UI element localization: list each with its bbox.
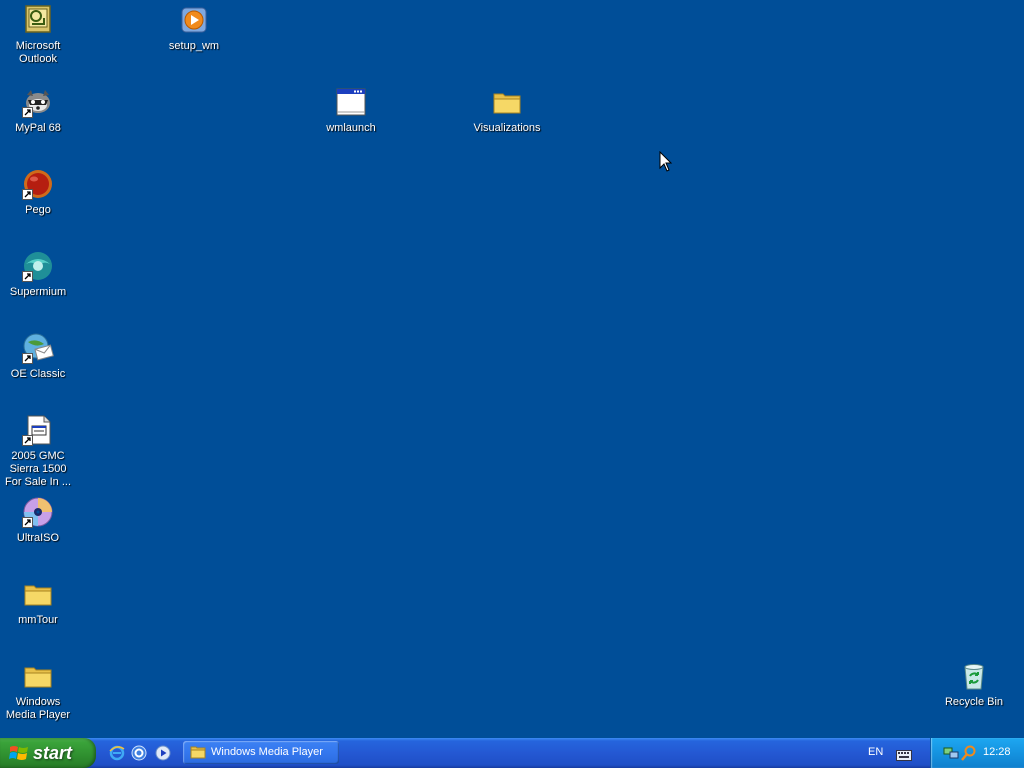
desktop-icon-label: UltraISO	[16, 532, 60, 544]
desktop-icon-pego[interactable]: Pego	[0, 168, 76, 217]
desktop-icon-mmtour[interactable]: mmTour	[0, 578, 76, 627]
desktop-icon-label: Pego	[25, 204, 51, 216]
ie-alt-icon[interactable]	[131, 745, 147, 761]
web-document-icon	[22, 414, 54, 446]
internet-explorer-icon[interactable]	[109, 745, 125, 761]
outlook-icon	[22, 4, 54, 36]
folder-icon	[22, 660, 54, 692]
mypal-raccoon-icon	[22, 86, 54, 118]
taskbar: start Windows Media Player EN 12:28	[0, 738, 1024, 768]
folder-icon	[190, 745, 206, 764]
desktop-icon-label: wmlaunch	[326, 122, 376, 134]
desktop-icon-supermium[interactable]: Supermium	[0, 250, 76, 299]
recycle-bin-icon	[958, 660, 990, 692]
search-icon[interactable]	[961, 745, 977, 766]
desktop-icon-windows-media-player[interactable]: Windows Media Player	[0, 660, 76, 722]
system-tray: 12:28	[930, 738, 1024, 768]
desktop-icon-setup-wm[interactable]: setup_wm	[156, 4, 232, 53]
start-button[interactable]: start	[0, 738, 96, 768]
desktop-icon-oe-classic[interactable]: OE Classic	[0, 332, 76, 381]
folder-icon	[491, 86, 523, 118]
language-indicator[interactable]: EN	[868, 746, 883, 758]
shortcut-arrow-icon	[22, 353, 33, 364]
start-label: start	[33, 743, 73, 763]
desktop-icon-label: Supermium	[9, 286, 67, 298]
taskbar-button-windows-media-player[interactable]: Windows Media Player	[183, 741, 339, 764]
windows-flag-icon	[9, 744, 29, 767]
desktop-icon-label: Windows Media Player	[5, 696, 71, 721]
folder-icon	[22, 578, 54, 610]
desktop-icon-label: MyPal 68	[15, 122, 61, 134]
desktop-icon-gmc-sierra-page[interactable]: 2005 GMC Sierra 1500 For Sale In ...	[0, 414, 76, 489]
desktop-icon-label: Visualizations	[473, 122, 541, 134]
desktop-icon-label: setup_wm	[168, 40, 220, 52]
media-player-setup-icon	[178, 4, 210, 36]
desktop: Microsoft Outlook setup_wm MyPal 68 wmla…	[0, 0, 1024, 738]
media-player-icon[interactable]	[155, 745, 171, 761]
desktop-icon-label: Microsoft Outlook	[15, 40, 61, 65]
network-icon[interactable]	[943, 745, 959, 766]
shortcut-arrow-icon	[22, 189, 33, 200]
desktop-icon-ultraiso[interactable]: UltraISO	[0, 496, 76, 545]
keyboard-icon[interactable]	[896, 748, 912, 766]
shortcut-arrow-icon	[22, 271, 33, 282]
ultraiso-disc-icon	[22, 496, 54, 528]
application-window-icon	[335, 86, 367, 118]
shortcut-arrow-icon	[22, 107, 33, 118]
mouse-cursor-icon	[659, 150, 673, 178]
supermium-globe-icon	[22, 250, 54, 282]
taskbar-button-label: Windows Media Player	[211, 746, 323, 758]
desktop-icon-wmlaunch[interactable]: wmlaunch	[313, 86, 389, 135]
desktop-icon-recycle-bin[interactable]: Recycle Bin	[936, 660, 1012, 709]
desktop-icon-microsoft-outlook[interactable]: Microsoft Outlook	[0, 4, 76, 66]
oe-classic-mail-icon	[22, 332, 54, 364]
desktop-icon-label: mmTour	[18, 614, 58, 626]
pego-red-ball-icon	[22, 168, 54, 200]
desktop-icon-mypal-68[interactable]: MyPal 68	[0, 86, 76, 135]
clock[interactable]: 12:28	[983, 746, 1011, 758]
desktop-icon-label: 2005 GMC Sierra 1500 For Sale In ...	[4, 450, 72, 488]
desktop-icon-label: OE Classic	[10, 368, 66, 380]
desktop-icon-label: Recycle Bin	[944, 696, 1004, 708]
shortcut-arrow-icon	[22, 435, 33, 446]
desktop-icon-visualizations[interactable]: Visualizations	[469, 86, 545, 135]
shortcut-arrow-icon	[22, 517, 33, 528]
